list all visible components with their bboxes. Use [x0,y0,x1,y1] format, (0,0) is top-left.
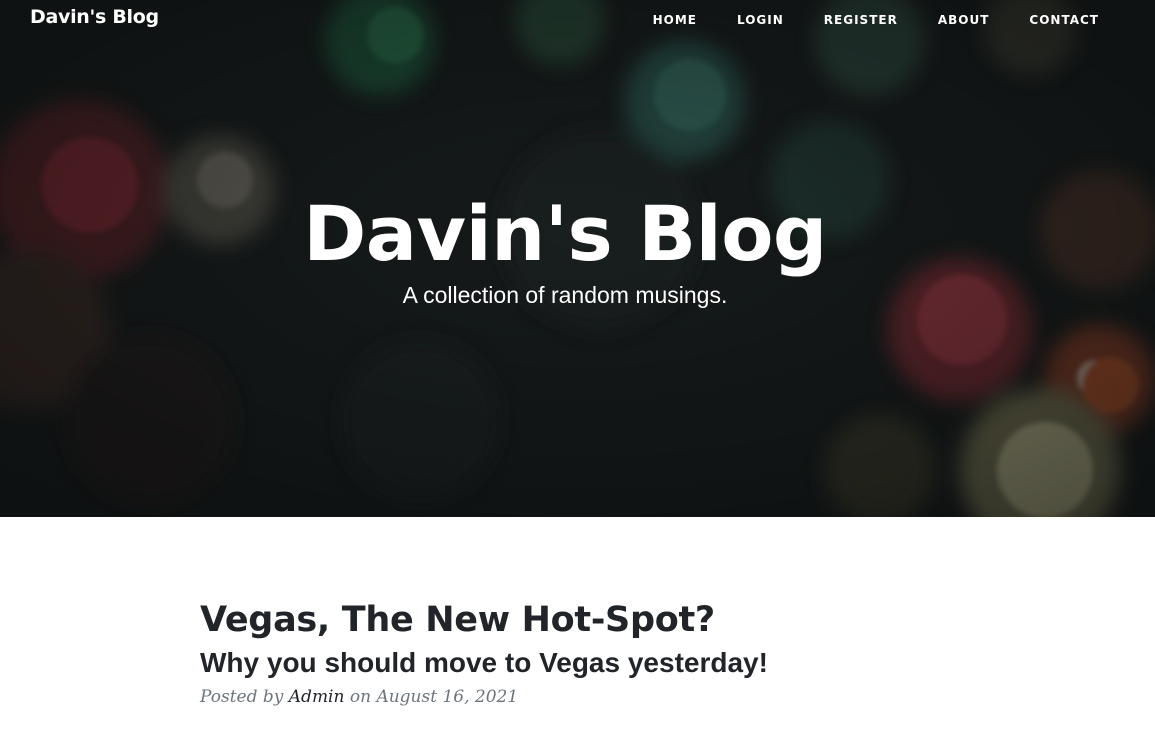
nav-item-register: REGISTER [824,11,898,29]
nav-link-contact[interactable]: CONTACT [1029,13,1099,27]
brand-link[interactable]: Davin's Blog [30,6,159,28]
post-preview: Vegas, The New Hot-Spot? Why you should … [200,597,960,707]
nav-item-about: ABOUT [938,11,990,29]
main-content: Vegas, The New Hot-Spot? Why you should … [0,517,1155,751]
masthead: Davin's Blog HOME LOGIN REGISTER ABOUT C… [0,0,1155,517]
nav-link-about[interactable]: ABOUT [938,13,990,27]
site-heading: Davin's Blog A collection of random musi… [0,188,1130,310]
nav-item-contact: CONTACT [1029,11,1099,29]
post-date: August 16, 2021 [376,687,519,707]
main-navbar: Davin's Blog HOME LOGIN REGISTER ABOUT C… [0,0,1155,38]
site-title: Davin's Blog [303,189,827,278]
posted-by-label: Posted by [200,687,284,707]
nav-item-home: HOME [653,11,697,29]
nav-link-register[interactable]: REGISTER [824,13,898,27]
site-subheading: A collection of random musings. [402,282,728,308]
post-title[interactable]: Vegas, The New Hot-Spot? [200,597,960,643]
on-label: on [349,687,372,707]
post-meta: Posted by Admin on August 16, 2021 [200,687,960,707]
nav-link-home[interactable]: HOME [653,13,697,27]
post-author-link[interactable]: Admin [289,687,345,707]
nav-links: HOME LOGIN REGISTER ABOUT CONTACT [653,11,1099,29]
post-link[interactable]: Vegas, The New Hot-Spot? Why you should … [200,597,960,683]
post-subtitle[interactable]: Why you should move to Vegas yesterday! [200,643,960,683]
nav-link-login[interactable]: LOGIN [737,13,784,27]
nav-item-login: LOGIN [737,11,784,29]
